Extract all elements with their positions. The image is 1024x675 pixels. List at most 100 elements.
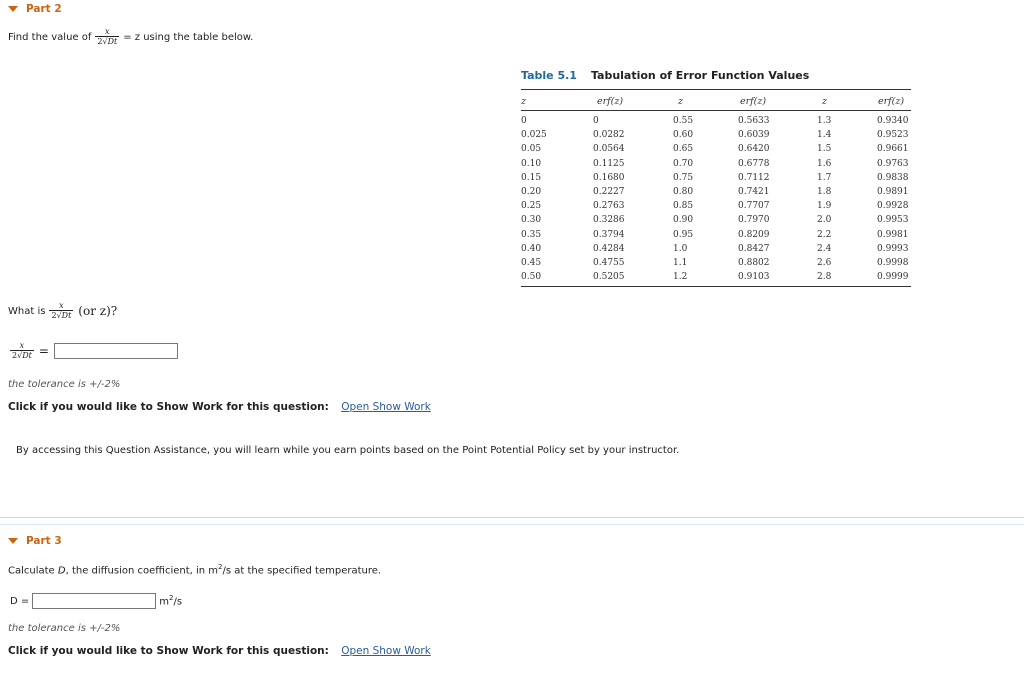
part2-prompt: Find the value of x 2√Dt = z using the t… bbox=[8, 28, 253, 46]
table-column-erf-2: 0.5633 0.6039 0.6420 0.6778 0.7112 0.7421 0.77… bbox=[738, 114, 770, 284]
part3-header[interactable]: Part 3 bbox=[8, 535, 62, 547]
table-caption: Table 5.1 Tabulation of Error Function Va… bbox=[521, 69, 809, 82]
part2-answer-row: x 2√Dt = bbox=[10, 342, 178, 360]
prompt-part-c: /s at the specified temperature. bbox=[222, 565, 382, 577]
table-cell: 0.30 bbox=[521, 215, 542, 226]
question-fraction: x 2√Dt bbox=[49, 301, 74, 320]
table-header-erf-2: erf(z) bbox=[740, 96, 767, 107]
table-cell: 0.75 bbox=[673, 172, 694, 183]
part2-show-work-row: Click if you would like to Show Work for… bbox=[8, 401, 431, 413]
question-assistance-text: By accessing this Question Assistance, y… bbox=[16, 445, 680, 456]
table-cell: 1.0 bbox=[673, 243, 688, 254]
table-cell: 0.9928 bbox=[877, 201, 909, 212]
open-show-work-link[interactable]: Open Show Work bbox=[341, 401, 431, 413]
table-cell: 0.9340 bbox=[877, 116, 909, 126]
table-header-rule bbox=[521, 110, 911, 111]
table-cell: 0.7112 bbox=[738, 172, 770, 183]
table-cell: 2.2 bbox=[817, 229, 832, 240]
fraction-numerator: x bbox=[105, 27, 110, 36]
table-cell: 0.5205 bbox=[593, 272, 625, 283]
question-suffix: (or z)? bbox=[78, 304, 118, 318]
part3-show-work-row: Click if you would like to Show Work for… bbox=[8, 645, 431, 657]
table-cell: 0.35 bbox=[521, 229, 542, 240]
part3-heading: Part 3 bbox=[26, 535, 62, 547]
prompt-part-b: , the diffusion coefficient, in m bbox=[65, 565, 219, 577]
table-cell: 0 bbox=[521, 116, 527, 126]
table-cell: 0.2763 bbox=[593, 201, 625, 212]
table-column-z-1: 0 0.025 0.05 0.10 0.15 0.20 0.25 0.30 0.35 0.40 0.… bbox=[521, 114, 547, 284]
table-cell: 0.80 bbox=[673, 186, 694, 197]
table-label: Table 5.1 bbox=[521, 69, 577, 82]
table-cell: 0.05 bbox=[521, 144, 542, 155]
table-cell: 0.3286 bbox=[593, 215, 625, 226]
table-cell: 0.8802 bbox=[738, 257, 770, 268]
part3-tolerance: the tolerance is +/-2% bbox=[8, 623, 121, 634]
table-column-z-3: 1.3 1.4 1.5 1.6 1.7 1.8 1.9 2.0 2.2 2.4 2.6 2.8 bbox=[817, 114, 831, 284]
fraction-radicand: Dt bbox=[61, 310, 72, 320]
open-show-work-link[interactable]: Open Show Work bbox=[341, 645, 431, 657]
table-column-erf-3: 0.9340 0.9523 0.9661 0.9763 0.9838 0.9891 0.99… bbox=[877, 114, 909, 284]
question-prefix: What is bbox=[8, 305, 46, 317]
part2-tolerance: the tolerance is +/-2% bbox=[8, 379, 121, 390]
table-cell: 0.2227 bbox=[593, 186, 625, 197]
table-cell: 0.40 bbox=[521, 243, 542, 254]
table-cell: 0.70 bbox=[673, 158, 694, 169]
table-column-erf-1: 0 0.0282 0.0564 0.1125 0.1680 0.2227 0.2763 0.3… bbox=[593, 114, 625, 284]
show-work-label: Click if you would like to Show Work for… bbox=[8, 401, 329, 413]
table-header-erf-1: erf(z) bbox=[597, 96, 624, 107]
fraction-numerator: x bbox=[59, 301, 64, 310]
table-cell: 0.7707 bbox=[738, 201, 770, 212]
table-cell: 1.9 bbox=[817, 201, 832, 212]
table-top-rule bbox=[521, 89, 911, 90]
table-cell: 2.6 bbox=[817, 257, 832, 268]
equals-sign: = bbox=[38, 344, 49, 358]
table-cell: 0.45 bbox=[521, 257, 542, 268]
table-header-z-1: z bbox=[521, 96, 527, 107]
table-cell: 0.0282 bbox=[593, 130, 625, 141]
table-cell: 0 bbox=[593, 116, 599, 126]
d-input[interactable] bbox=[32, 593, 157, 609]
table-cell: 0.8209 bbox=[738, 229, 770, 240]
fraction-coef: 2 bbox=[51, 311, 57, 320]
table-cell: 0.0564 bbox=[593, 144, 625, 155]
part2-heading: Part 2 bbox=[26, 3, 62, 15]
table-cell: 0.7970 bbox=[738, 215, 770, 226]
prompt-part-a: Calculate bbox=[8, 565, 58, 577]
table-cell: 2.4 bbox=[817, 243, 832, 254]
fraction-coef: 2 bbox=[97, 37, 103, 46]
collapse-caret-icon[interactable] bbox=[8, 538, 18, 544]
table-header-erf-3: erf(z) bbox=[878, 96, 905, 107]
table-cell: 0.9891 bbox=[877, 186, 909, 197]
table-cell: 0.1680 bbox=[593, 172, 625, 183]
table-cell: 0.95 bbox=[673, 229, 694, 240]
table-cell: 0.4284 bbox=[593, 243, 625, 254]
prompt-variable: D bbox=[57, 565, 66, 577]
answer-fraction: x 2√Dt bbox=[10, 341, 34, 360]
prompt-text-after: = z using the table below. bbox=[123, 31, 254, 43]
answer-input[interactable] bbox=[53, 343, 178, 359]
table-title: Tabulation of Error Function Values bbox=[590, 69, 810, 82]
table-cell: 0.6420 bbox=[738, 144, 770, 155]
part3-answer-row: D = m2/s bbox=[10, 593, 182, 609]
table-cell: 0.025 bbox=[521, 130, 547, 141]
part2-header[interactable]: Part 2 bbox=[8, 3, 62, 15]
section-divider-secondary bbox=[0, 524, 1024, 525]
table-cell: 0.9981 bbox=[877, 229, 909, 240]
table-cell: 0.5633 bbox=[738, 116, 770, 126]
unit-label: m2/s bbox=[159, 594, 182, 607]
table-cell: 0.65 bbox=[673, 144, 694, 155]
table-cell: 2.8 bbox=[817, 272, 832, 283]
fraction-coef: 2 bbox=[12, 351, 18, 360]
x-over-2-root-dt-fraction: x 2√Dt bbox=[95, 27, 120, 46]
part3-prompt: Calculate D, the diffusion coefficient, … bbox=[8, 563, 381, 576]
table-cell: 0.9661 bbox=[877, 144, 909, 155]
table-cell: 0.55 bbox=[673, 116, 694, 126]
table-bottom-rule bbox=[521, 286, 911, 287]
table-cell: 0.15 bbox=[521, 172, 542, 183]
table-cell: 0.6039 bbox=[738, 130, 770, 141]
unit-base: m bbox=[159, 596, 170, 608]
collapse-caret-icon[interactable] bbox=[8, 6, 18, 12]
part2-question: What is x 2√Dt (or z)? bbox=[8, 302, 117, 320]
table-column-z-2: 0.55 0.60 0.65 0.70 0.75 0.80 0.85 0.90 0.95 1.0 1… bbox=[673, 114, 693, 284]
fraction-radicand: Dt bbox=[107, 36, 118, 46]
